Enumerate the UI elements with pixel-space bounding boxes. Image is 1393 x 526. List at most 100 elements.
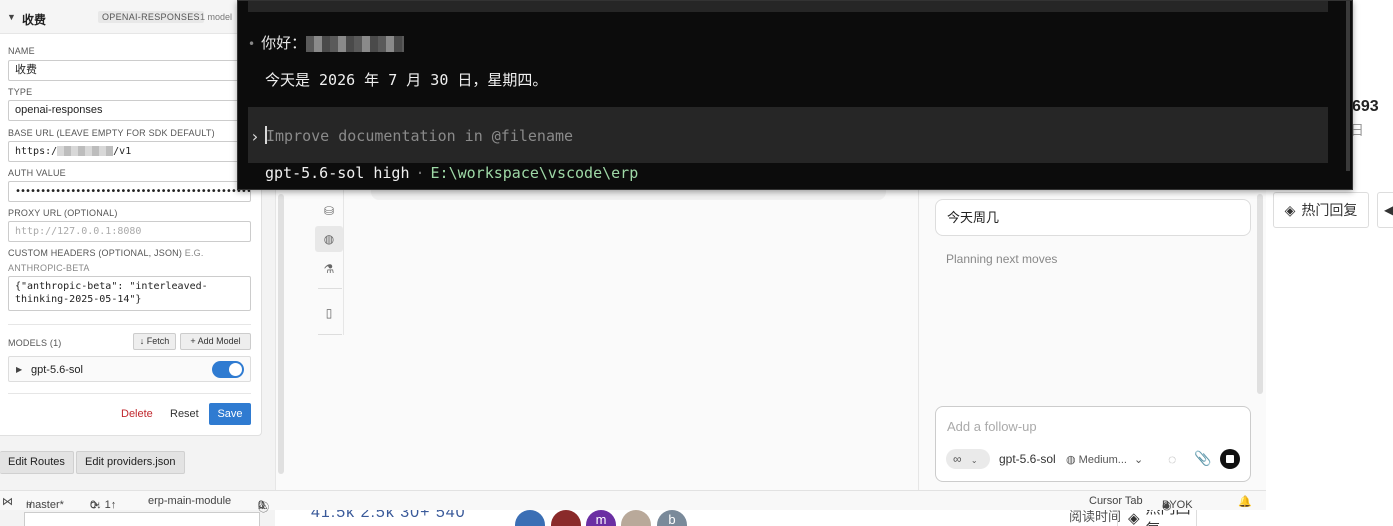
git-sync-label: 0↓ 1↑ xyxy=(90,499,117,511)
caret-down-icon[interactable]: ▼ xyxy=(7,12,16,22)
provider-name: 收费 xyxy=(22,13,47,27)
avatar[interactable] xyxy=(621,510,651,526)
name-input[interactable]: 收费 xyxy=(8,60,251,81)
infinity-icon: ∞ xyxy=(953,452,962,466)
book-icon[interactable]: ▯ xyxy=(315,300,343,326)
avatar[interactable]: m xyxy=(586,510,616,526)
terminal-path: E:\workspace\vscode\erp xyxy=(430,164,639,182)
chat-status: Planning next moves xyxy=(946,252,1058,266)
headers-label: CUSTOM HEADERS (OPTIONAL, JSON) E.G. xyxy=(8,248,204,258)
redacted-blur xyxy=(306,35,405,52)
auth-input[interactable]: ••••••••••••••••••••••••••••••••••••••••… xyxy=(8,181,251,202)
scrollbar[interactable] xyxy=(278,194,284,474)
headers-textarea[interactable]: {"anthropic-beta": "interleaved-thinking… xyxy=(8,276,251,311)
stop-button[interactable] xyxy=(1220,449,1240,469)
database-icon[interactable]: ⛁ xyxy=(315,198,343,224)
add-model-button[interactable]: + Add Model xyxy=(180,333,251,350)
chevron-down-icon: ⌄ xyxy=(1134,454,1144,466)
headers-hint-eg: E.G. xyxy=(184,248,204,258)
provider-header[interactable]: ▼ 收费 OPENAI-RESPONSES 1 model xyxy=(0,0,262,34)
chat-input-box[interactable]: Add a follow-up ∞ ⌄ gpt-5.6-sol ◍ Medium… xyxy=(935,406,1251,482)
globe-icon[interactable]: ◍ xyxy=(315,226,343,252)
loading-spinner-icon: ◌ xyxy=(1168,451,1177,467)
editor-area: ⛁ ◍ ⚗ ▯ 今天周几 Planning next moves Add a f… xyxy=(275,190,1266,490)
base-url-label: BASE URL (LEAVE EMPTY FOR SDK DEFAULT) xyxy=(8,128,215,138)
models-label: MODELS (1) xyxy=(8,338,62,348)
avatar[interactable] xyxy=(551,510,581,526)
name-label: NAME xyxy=(8,46,35,56)
delete-button[interactable]: Delete xyxy=(121,408,153,420)
terminal-date-line: 今天是 2026 年 7 月 30 日，星期四。 xyxy=(265,71,548,89)
cursor-tab-status[interactable]: Cursor Tab xyxy=(1089,495,1143,507)
type-label: TYPE xyxy=(8,87,33,97)
bullet-icon: • xyxy=(248,37,256,51)
edit-providers-button[interactable]: Edit providers.json xyxy=(76,451,185,474)
agent-mode-button[interactable]: ∞ ⌄ xyxy=(946,449,990,469)
module-name[interactable]: erp-main-module xyxy=(148,495,231,507)
auth-label: AUTH VALUE xyxy=(8,168,66,178)
model-row[interactable]: ▶ gpt-5.6-sol xyxy=(8,356,251,382)
chat-scrollbar[interactable] xyxy=(1257,194,1263,394)
avatar[interactable] xyxy=(515,510,545,526)
bg-back-button[interactable]: ◀ xyxy=(1377,192,1393,228)
bg-stats: 41.5k 2.5k 30+ 540 xyxy=(311,510,466,521)
type-input[interactable]: openai-responses xyxy=(8,100,251,121)
notification-bell-icon[interactable]: 🔔 xyxy=(1238,495,1252,508)
provider-settings-panel: ▼ 收费 OPENAI-RESPONSES 1 model NAME 收费 TY… xyxy=(0,0,275,526)
base-url-input[interactable]: https:/ /v1 xyxy=(8,141,251,162)
terminal-model: gpt-5.6-sol high xyxy=(265,164,410,182)
divider xyxy=(8,324,251,325)
prompt-chevron-icon: › xyxy=(250,127,260,146)
layers-icon: ◈ xyxy=(1284,201,1296,218)
proxy-input[interactable]: http://127.0.0.1:8080 xyxy=(8,221,251,242)
divider xyxy=(8,393,251,394)
redacted-blur xyxy=(57,146,114,156)
record-icon: ◉ xyxy=(1162,500,1172,512)
divider xyxy=(318,288,342,289)
bg-hot-reply-label: 热门回复 xyxy=(1146,510,1196,526)
model-selector[interactable]: gpt-5.6-sol xyxy=(999,452,1056,466)
headers-label-text: CUSTOM HEADERS (OPTIONAL, JSON) xyxy=(8,248,183,258)
terminal-input[interactable]: Improve documentation in @filename xyxy=(266,127,573,145)
proxy-label: PROXY URL (OPTIONAL) xyxy=(8,208,118,218)
terminal-scrollbar[interactable] xyxy=(1346,1,1350,171)
terminal-prompt[interactable]: › Improve documentation in @filename xyxy=(248,107,1328,163)
model-enabled-toggle[interactable] xyxy=(212,361,244,378)
background-input xyxy=(24,512,260,526)
edit-routes-button[interactable]: Edit Routes xyxy=(0,451,74,474)
avatar[interactable]: b xyxy=(657,510,687,526)
save-button[interactable]: Save xyxy=(209,403,251,425)
caret-right-icon[interactable]: ▶ xyxy=(16,365,22,374)
greeting-prefix: 你好： xyxy=(261,34,307,52)
git-branch-label: master* xyxy=(26,499,64,511)
chevron-down-icon: ⌄ xyxy=(970,456,978,465)
bg-stat-number: 693 xyxy=(1352,98,1379,115)
bg-hot-reply-button-bottom[interactable]: ◈ 热门回复 xyxy=(1117,510,1197,526)
stop-icon xyxy=(1226,455,1234,463)
terminal-window: • 你好： 今天是 2026 年 7 月 30 日，星期四。 › Improve … xyxy=(237,0,1353,190)
effort-selector[interactable]: ◍ Medium... ⌄ xyxy=(1066,453,1143,466)
terminal-previous-output xyxy=(248,1,1328,12)
follow-up-input[interactable]: Add a follow-up xyxy=(947,419,1037,434)
editor-card-bottom xyxy=(371,190,886,200)
divider xyxy=(318,334,342,335)
paperclip-icon[interactable]: 📎 xyxy=(1194,450,1211,467)
user-message[interactable]: 今天周几 xyxy=(935,199,1251,236)
layers-icon: ◈ xyxy=(1128,510,1140,526)
chat-panel: 今天周几 Planning next moves Add a follow-up… xyxy=(918,190,1266,490)
chevron-left-icon: ◀ xyxy=(1384,203,1393,217)
fetch-models-button[interactable]: ↓ Fetch xyxy=(133,333,176,350)
provider-model-count: 1 model xyxy=(200,12,233,22)
reset-button[interactable]: Reset xyxy=(170,408,199,420)
terminal-status-line: gpt-5.6-sol high · E:\workspace\vscode\erp xyxy=(265,164,638,182)
bg-hot-reply-button[interactable]: ◈ 热门回复 xyxy=(1273,192,1369,228)
flask-icon[interactable]: ⚗ xyxy=(315,256,343,282)
status-separator: · xyxy=(415,164,425,182)
base-url-suffix: /v1 xyxy=(113,146,132,157)
effort-label: Medium... xyxy=(1078,454,1127,466)
warnings-count: 0 xyxy=(258,499,265,511)
base-url-prefix: https:/ xyxy=(15,146,58,157)
remote-icon[interactable]: ⋈ xyxy=(2,495,13,508)
provider-type-badge: OPENAI-RESPONSES xyxy=(98,11,204,23)
toggle-knob xyxy=(229,363,242,376)
